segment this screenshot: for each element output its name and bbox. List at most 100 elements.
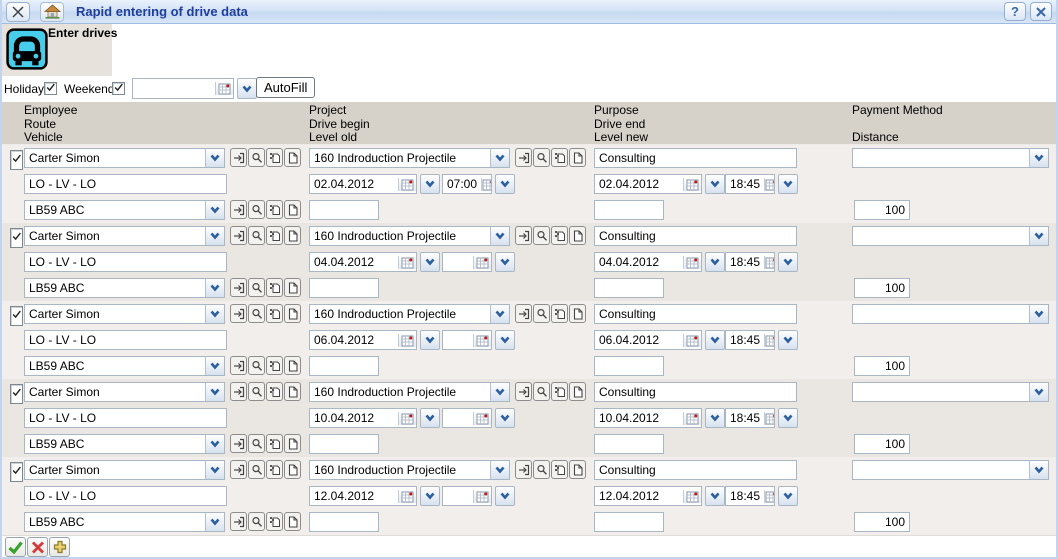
search-button[interactable] [533, 304, 550, 323]
search-button[interactable] [533, 226, 550, 245]
end-time-dropdown-button[interactable] [778, 174, 798, 194]
end-date-calendar-button[interactable] [683, 256, 701, 269]
level-new-field[interactable] [594, 200, 664, 220]
goto-button[interactable] [230, 304, 247, 323]
end-date-field[interactable]: 10.04.2012 [594, 408, 702, 428]
home-button[interactable] [40, 2, 64, 22]
goto-button[interactable] [230, 200, 247, 219]
search-button[interactable] [248, 148, 265, 167]
goto-button[interactable] [515, 304, 532, 323]
project-select[interactable]: 160 Indroduction Projectile [309, 382, 510, 402]
copy-button[interactable] [266, 382, 283, 401]
vehicle-select[interactable]: LB59 ABC [24, 356, 225, 376]
vehicle-select[interactable]: LB59 ABC [24, 200, 225, 220]
vehicle-select[interactable]: LB59 ABC [24, 512, 225, 532]
vehicle-dropdown-button[interactable] [205, 357, 224, 375]
enter-drives-button[interactable] [5, 27, 49, 71]
end-time-field[interactable]: 18:45 [725, 408, 775, 428]
autofill-date-field[interactable] [132, 78, 234, 99]
copy-button[interactable] [551, 460, 568, 479]
search-button[interactable] [248, 304, 265, 323]
end-date-calendar-button[interactable] [683, 334, 701, 347]
begin-date-calendar-button[interactable] [398, 178, 416, 191]
end-time-field[interactable]: 18:45 [725, 330, 775, 350]
begin-date-field[interactable]: 06.04.2012 [309, 330, 417, 350]
end-date-field[interactable]: 04.04.2012 [594, 252, 702, 272]
level-new-field[interactable] [594, 356, 664, 376]
level-new-field[interactable] [594, 278, 664, 298]
employee-select[interactable]: Carter Simon [24, 148, 225, 168]
begin-time-dropdown-button[interactable] [495, 486, 515, 506]
begin-date-calendar-button[interactable] [398, 256, 416, 269]
row-select-checkbox[interactable] [10, 462, 23, 482]
goto-button[interactable] [515, 148, 532, 167]
search-button[interactable] [248, 226, 265, 245]
end-time-calendar-button[interactable] [764, 412, 775, 425]
end-date-calendar-button[interactable] [683, 178, 701, 191]
project-dropdown-button[interactable] [490, 227, 509, 245]
employee-dropdown-button[interactable] [205, 305, 224, 323]
end-date-field[interactable]: 02.04.2012 [594, 174, 702, 194]
end-date-field[interactable]: 06.04.2012 [594, 330, 702, 350]
level-old-field[interactable] [309, 434, 379, 454]
employee-select[interactable]: Carter Simon [24, 382, 225, 402]
end-time-field[interactable]: 18:45 [725, 174, 775, 194]
search-button[interactable] [533, 382, 550, 401]
row-select-checkbox[interactable] [10, 306, 23, 326]
new-doc-button[interactable] [284, 278, 301, 297]
begin-time-calendar-button[interactable] [473, 490, 491, 503]
ok-button[interactable] [5, 537, 26, 557]
purpose-field[interactable]: Consulting [594, 460, 797, 480]
search-button[interactable] [248, 200, 265, 219]
payment-dropdown-button[interactable] [1029, 383, 1048, 401]
employee-dropdown-button[interactable] [205, 461, 224, 479]
goto-button[interactable] [230, 278, 247, 297]
search-button[interactable] [248, 434, 265, 453]
copy-button[interactable] [266, 356, 283, 375]
row-select-checkbox[interactable] [10, 150, 23, 170]
payment-dropdown-button[interactable] [1029, 227, 1048, 245]
vehicle-select[interactable]: LB59 ABC [24, 278, 225, 298]
autofill-calendar-button[interactable] [215, 82, 233, 95]
begin-date-dropdown-button[interactable] [420, 408, 440, 428]
employee-dropdown-button[interactable] [205, 227, 224, 245]
payment-method-select[interactable] [852, 148, 1049, 168]
goto-button[interactable] [230, 512, 247, 531]
goto-button[interactable] [515, 382, 532, 401]
new-doc-button[interactable] [569, 226, 586, 245]
vehicle-dropdown-button[interactable] [205, 513, 224, 531]
route-field[interactable]: LO - LV - LO [24, 330, 227, 350]
begin-time-dropdown-button[interactable] [495, 174, 515, 194]
begin-time-field[interactable] [442, 408, 492, 428]
payment-dropdown-button[interactable] [1029, 149, 1048, 167]
distance-field[interactable]: 100 [854, 512, 910, 532]
new-doc-button[interactable] [569, 148, 586, 167]
vehicle-dropdown-button[interactable] [205, 435, 224, 453]
goto-button[interactable] [515, 226, 532, 245]
end-time-dropdown-button[interactable] [778, 408, 798, 428]
search-button[interactable] [248, 278, 265, 297]
titlebar-close-button[interactable] [6, 2, 30, 22]
autofill-button[interactable]: AutoFill [256, 77, 315, 98]
end-date-dropdown-button[interactable] [705, 252, 725, 272]
project-dropdown-button[interactable] [490, 305, 509, 323]
row-select-checkbox[interactable] [10, 384, 23, 404]
end-date-dropdown-button[interactable] [705, 330, 725, 350]
new-doc-button[interactable] [284, 382, 301, 401]
payment-method-select[interactable] [852, 382, 1049, 402]
row-select-checkbox[interactable] [10, 228, 23, 248]
project-select[interactable]: 160 Indroduction Projectile [309, 460, 510, 480]
level-old-field[interactable] [309, 512, 379, 532]
new-doc-button[interactable] [569, 382, 586, 401]
employee-dropdown-button[interactable] [205, 149, 224, 167]
begin-date-calendar-button[interactable] [398, 490, 416, 503]
employee-dropdown-button[interactable] [205, 383, 224, 401]
payment-method-select[interactable] [852, 226, 1049, 246]
new-doc-button[interactable] [284, 200, 301, 219]
route-field[interactable]: LO - LV - LO [24, 486, 227, 506]
distance-field[interactable]: 100 [854, 356, 910, 376]
purpose-field[interactable]: Consulting [594, 148, 797, 168]
begin-date-field[interactable]: 04.04.2012 [309, 252, 417, 272]
begin-time-dropdown-button[interactable] [495, 330, 515, 350]
copy-button[interactable] [551, 148, 568, 167]
